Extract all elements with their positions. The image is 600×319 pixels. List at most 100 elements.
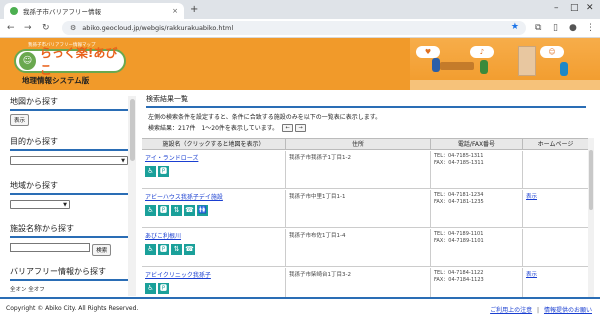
area-select[interactable]: ▼ <box>10 200 70 209</box>
facility-name-link[interactable]: アイ・ランドローズ <box>145 153 282 162</box>
results-count-line: 検索結果：217件 1〜20件を表示しています。 ← → <box>148 123 307 132</box>
table-row: アビーハウス我孫子デイ施設 ♿ 🅿 ⇅ ☎ 🚻 我孫子市中里1丁目1-1 TEL：04-718… <box>142 190 588 228</box>
fax-text: FAX：04-7181-1235 <box>434 199 484 205</box>
phone-cell: TEL：04-7189-1101 FAX：04-7189-1101 <box>431 229 523 266</box>
section-area-search: 地域から探す ▼ <box>10 180 128 209</box>
column-header: 住所 <box>286 139 431 149</box>
site-favicon-icon <box>10 7 18 15</box>
header-illustration: ♥ ♪ ☺ <box>410 38 600 90</box>
results-description: 左側の検索条件を設定すると、条件に合致する施設のみを以下の一覧表に表示します。 <box>148 114 382 121</box>
profile-icon[interactable]: ● <box>569 22 577 34</box>
site-header: 我孫子市バリアフリー情報マップ ☺ らっく楽!あびこ 地理情報システム版 ♥ ♪… <box>0 38 600 90</box>
info-request-link[interactable]: 情報提供のお願い <box>544 307 592 314</box>
url-text: abiko.geocloud.jp/webgis/rakkurakuabiko.… <box>82 24 234 32</box>
bookmark-star-icon[interactable]: ★ <box>511 22 519 32</box>
logo-emblem-icon: ☺ <box>19 52 36 70</box>
sidebar-scroll-thumb[interactable] <box>130 99 135 161</box>
accessibility-icon: 🅿 <box>158 166 169 177</box>
speech-bubble-icon: ☺ <box>540 46 564 58</box>
address-cell: 我孫子市中里1丁目1-1 <box>286 190 431 227</box>
results-title: 検索結果一覧 <box>146 94 586 108</box>
accessibility-icon: ♿ <box>145 205 156 216</box>
column-header: 電話/FAX番号 <box>431 139 523 149</box>
accessibility-icon: 🅿 <box>158 205 169 216</box>
facility-name-link[interactable]: アビイクリニック我孫子 <box>145 270 282 279</box>
accessibility-icon: ♿ <box>145 166 156 177</box>
browser-tab-strip: 我孫子市バリアフリー情報 × + – □ ✕ <box>0 0 600 19</box>
phone-cell: TEL：04-7185-1311 FAX：04-7185-1311 <box>431 151 523 188</box>
purpose-select[interactable]: ▼ <box>10 156 128 165</box>
terms-link[interactable]: ご利用上の注意 <box>490 307 532 314</box>
address-text: 我孫子市布佐1丁目1-4 <box>289 233 346 239</box>
search-sidebar: 地図から探す 表示 目的から探す ▼ 地域から探す ▼ 施設名称から探す 検索 … <box>6 90 138 297</box>
address-bar[interactable]: ⚙ abiko.geocloud.jp/webgis/rakkurakuabik… <box>62 21 526 35</box>
homepage-link[interactable]: 表示 <box>526 272 537 278</box>
accessibility-icon: 🅿 <box>158 283 169 294</box>
forward-icon[interactable]: → <box>24 22 32 34</box>
window-close-icon[interactable]: ✕ <box>586 2 594 15</box>
accessibility-icon: ☎ <box>184 244 195 255</box>
tel-text: TEL：04-7184-1122 <box>434 270 484 276</box>
minimize-icon[interactable]: – <box>554 2 559 15</box>
homepage-link[interactable]: 表示 <box>526 194 537 200</box>
back-icon[interactable]: ← <box>7 22 15 34</box>
menu-icon[interactable]: ⋮ <box>586 22 595 34</box>
section-title: 地図から探す <box>10 96 128 111</box>
address-text: 我孫子市我孫子1丁目1-2 <box>289 155 351 161</box>
column-header: ホームページ <box>537 141 574 148</box>
section-name-search: 施設名称から探す 検索 <box>10 223 128 256</box>
section-title: バリアフリー情報から探す <box>10 266 128 281</box>
speech-bubble-icon: ♪ <box>470 46 494 58</box>
table-row: アビイクリニック我孫子 ♿ 🅿 我孫子市柴崎台1丁目3-2 TEL：04-7184-11… <box>142 268 588 297</box>
accessibility-icons: ♿ 🅿 ⇅ ☎ <box>145 244 282 255</box>
extensions-icon[interactable]: ⧉ <box>535 22 541 34</box>
sidepanel-icon[interactable]: ▯ <box>553 22 558 34</box>
table-row: あびこ利根川 ♿ 🅿 ⇅ ☎ 我孫子市布佐1丁目1-4 TEL：04-7189-1101 FA… <box>142 229 588 267</box>
tab-close-icon[interactable]: × <box>172 7 178 15</box>
maximize-icon[interactable]: □ <box>570 2 579 15</box>
accessibility-icon: ☎ <box>184 205 195 216</box>
facility-name-link[interactable]: アビーハウス我孫子デイ施設 <box>145 192 282 201</box>
tel-text: TEL：04-7181-1234 <box>434 192 484 198</box>
new-tab-icon[interactable]: + <box>190 3 198 16</box>
prev-page-button[interactable]: ← <box>282 123 294 132</box>
site-info-icon[interactable]: ⚙ <box>70 24 76 32</box>
search-button[interactable]: 検索 <box>92 244 112 256</box>
person-illustration <box>432 58 440 72</box>
results-count: 検索結果：217件 1〜20件を表示しています。 <box>148 125 279 132</box>
address-cell: 我孫子市布佐1丁目1-4 <box>286 229 431 266</box>
person-illustration <box>560 62 568 76</box>
speech-bubble-icon: ♥ <box>416 46 440 58</box>
homepage-cell: 表示 <box>523 190 588 227</box>
homepage-cell: 表示 <box>523 268 588 297</box>
next-page-button[interactable]: → <box>295 123 307 132</box>
address-text: 我孫子市柴崎台1丁目3-2 <box>289 272 351 278</box>
illustration-ground <box>410 80 600 90</box>
footer-separator: | <box>537 307 540 314</box>
fax-text: FAX：04-7185-1311 <box>434 160 484 166</box>
reload-icon[interactable]: ↻ <box>42 22 50 34</box>
homepage-cell <box>523 151 588 188</box>
table-scroll-thumb[interactable] <box>589 150 593 210</box>
accessibility-icon: ♿ <box>145 283 156 294</box>
section-barrierfree-search: バリアフリー情報から探す 全オン 全オフ <box>10 266 128 293</box>
results-table: 施設名（クリックすると地図を表示） 住所 電話/FAX番号 ホームページ アイ・… <box>142 138 588 297</box>
accessibility-icon: ⇅ <box>171 205 182 216</box>
footer-links: ご利用上の注意 | 情報提供のお願い <box>490 305 592 314</box>
facility-cell: アビイクリニック我孫子 ♿ 🅿 <box>142 268 286 297</box>
site-logo[interactable]: 我孫子市バリアフリー情報マップ ☺ らっく楽!あびこ 地理情報システム版 <box>14 42 126 88</box>
tel-text: TEL：04-7189-1101 <box>434 231 484 237</box>
browser-tab[interactable]: 我孫子市バリアフリー情報 × <box>4 3 184 19</box>
facility-name-link[interactable]: あびこ利根川 <box>145 231 282 240</box>
facility-name-input[interactable] <box>10 243 90 252</box>
site-footer: Copyright © Abiko City. All Rights Reser… <box>0 297 600 319</box>
chevron-down-icon: ▼ <box>63 202 67 208</box>
section-title: 目的から探す <box>10 136 128 151</box>
accessibility-icons: ♿ 🅿 ⇅ ☎ 🚻 <box>145 205 282 216</box>
tab-title: 我孫子市バリアフリー情報 <box>23 8 101 16</box>
accessibility-icons: ♿ 🅿 <box>145 283 282 294</box>
all-toggle-links[interactable]: 全オン 全オフ <box>10 285 128 293</box>
results-panel: 検索結果一覧 左側の検索条件を設定すると、条件に合致する施設のみを以下の一覧表に… <box>142 90 594 297</box>
logo-subtitle: 地理情報システム版 <box>22 76 90 85</box>
map-display-button[interactable]: 表示 <box>10 114 30 126</box>
